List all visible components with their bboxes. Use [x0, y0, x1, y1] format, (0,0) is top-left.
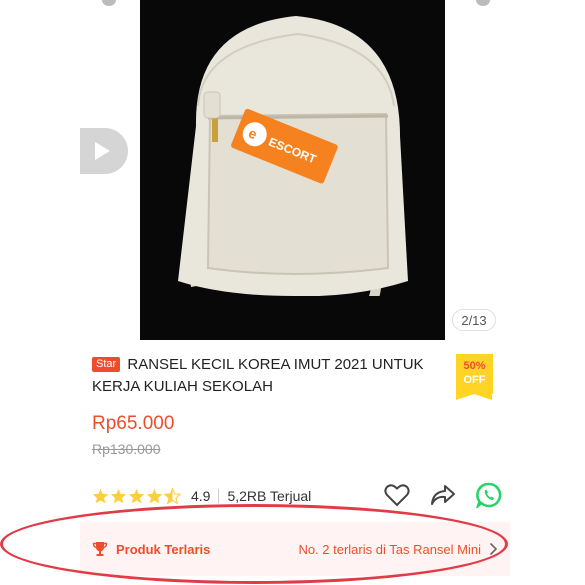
nav-dot-right — [476, 0, 490, 6]
play-icon — [95, 142, 110, 160]
discount-off-label: OFF — [463, 374, 486, 386]
highlight-ellipse — [0, 504, 508, 584]
discount-badge: 50% OFF — [456, 354, 493, 400]
image-counter: 2/13 — [452, 309, 496, 331]
whatsapp-icon[interactable] — [476, 482, 502, 508]
heart-icon[interactable] — [384, 483, 410, 507]
sold-count: 5,2RB Terjual — [227, 488, 312, 504]
discount-percent: 50% — [463, 360, 486, 372]
star-half-icon — [164, 488, 181, 504]
product-actions — [384, 482, 502, 508]
current-price: Rp65.000 — [92, 413, 175, 434]
product-title-text: RANSEL KECIL KOREA IMUT 2021 UNTUK KERJA… — [92, 356, 424, 395]
star-icon — [128, 488, 145, 504]
star-seller-badge: Star — [92, 357, 121, 372]
product-page: e ESCORT 2/13 Star RANSEL KECIL KOREA IM… — [80, 0, 510, 585]
star-icon — [110, 488, 127, 504]
video-play-button[interactable] — [80, 128, 128, 174]
star-icon — [146, 488, 163, 504]
backpack-image: e ESCORT — [178, 16, 408, 296]
rating-divider — [218, 489, 220, 503]
share-icon[interactable] — [430, 484, 456, 506]
original-price: Rp130.000 — [92, 441, 161, 457]
product-title: Star RANSEL KECIL KOREA IMUT 2021 UNTUK … — [92, 354, 442, 398]
star-icon — [92, 488, 109, 504]
rating-stars — [92, 488, 181, 504]
rating-value: 4.9 — [191, 488, 211, 504]
nav-dot-left — [102, 0, 116, 6]
product-image[interactable]: e ESCORT — [140, 0, 445, 340]
